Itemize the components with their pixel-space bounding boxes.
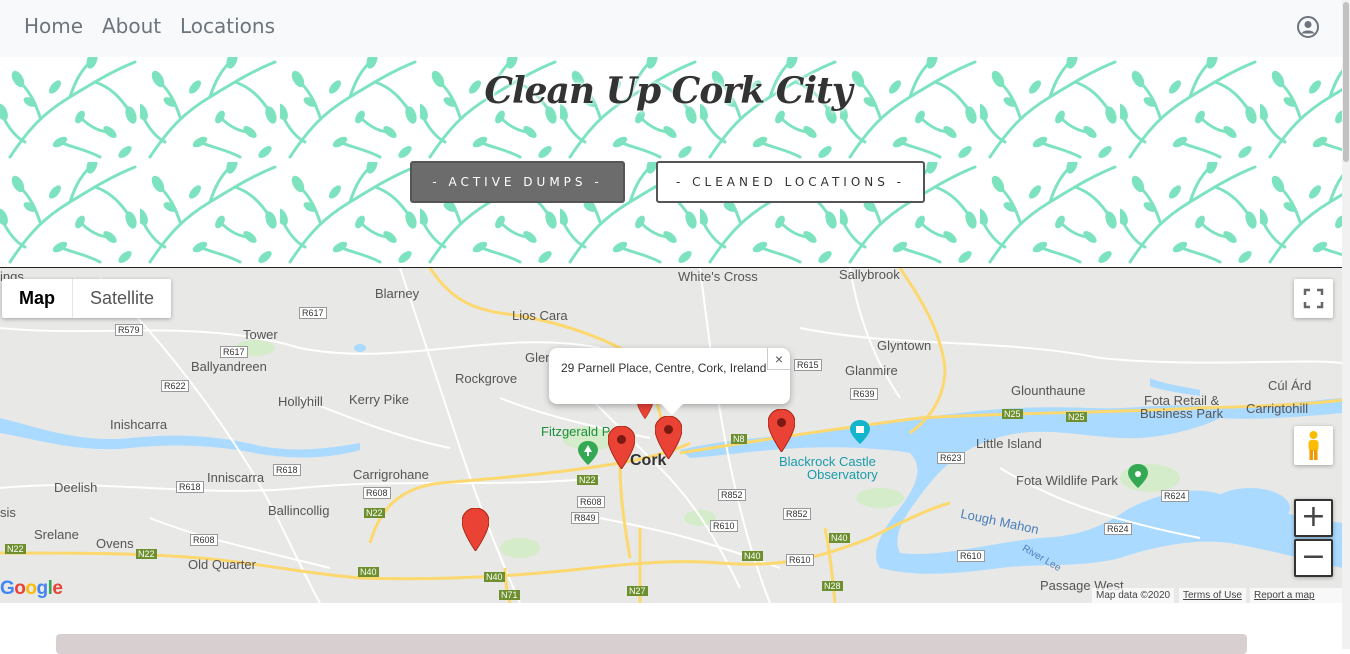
infowindow-address: 29 Parnell Place, Centre, Cork, Ireland (561, 361, 767, 375)
road-shield: R618 (273, 464, 301, 476)
road-shield: N40 (484, 572, 505, 582)
nav-home-link[interactable]: Home (24, 14, 83, 38)
road-shield: N22 (5, 544, 26, 554)
road-shield: R608 (363, 487, 391, 499)
road-shield: R624 (1104, 523, 1132, 535)
report-map-error-link[interactable]: Report a map error (1250, 588, 1342, 603)
terms-of-use-link[interactable]: Terms of Use (1179, 588, 1246, 603)
nav-locations-link[interactable]: Locations (180, 14, 275, 38)
street-view-button[interactable] (1294, 426, 1333, 465)
road-shield: N28 (822, 581, 843, 591)
user-circle-icon[interactable] (1297, 16, 1319, 38)
road-shield: R622 (161, 380, 189, 392)
road-shield: R852 (718, 489, 746, 501)
park-poi-icon[interactable] (578, 441, 598, 465)
map-marker-icon[interactable] (768, 409, 795, 452)
road-shield: R615 (794, 359, 822, 371)
road-shield: R624 (1161, 490, 1189, 502)
google-map[interactable]: White's Cross Sallybrook Blarney Lios Ca… (0, 268, 1342, 603)
road-shield: R618 (176, 481, 204, 493)
marker-infowindow: 29 Parnell Place, Centre, Cork, Ireland … (549, 348, 790, 415)
map-marker-icon[interactable] (608, 426, 635, 469)
road-shield: N22 (577, 475, 598, 485)
road-shield: R610 (710, 520, 738, 532)
zoo-poi-icon[interactable] (1128, 464, 1148, 488)
page-title: Clean Up Cork City (484, 70, 852, 112)
museum-poi-icon[interactable] (850, 420, 870, 444)
infowindow-close-button[interactable]: × (767, 348, 790, 370)
road-shield: R610 (786, 554, 814, 566)
road-shield: N22 (364, 508, 385, 518)
content-panel (56, 634, 1247, 654)
road-shield: N40 (829, 533, 850, 543)
road-shield: R639 (850, 388, 878, 400)
cleaned-locations-button[interactable]: - CLEANED LOCATIONS - (656, 161, 925, 203)
road-shield: N71 (499, 590, 520, 600)
road-shield: R852 (783, 508, 811, 520)
road-shield: N25 (1002, 409, 1023, 419)
road-shield: R608 (577, 496, 605, 508)
zoom-in-button[interactable]: + (1294, 499, 1333, 537)
zoom-out-button[interactable]: − (1294, 539, 1333, 577)
road-shield: R849 (571, 512, 599, 524)
fullscreen-icon (1303, 288, 1324, 309)
road-shield: N40 (358, 567, 379, 577)
fullscreen-button[interactable] (1294, 279, 1333, 318)
road-shield: R617 (299, 307, 327, 319)
road-shield: R623 (937, 452, 965, 464)
map-type-control: Map Satellite (2, 279, 172, 318)
map-marker-icon[interactable] (462, 508, 489, 551)
road-shield: R610 (957, 550, 985, 562)
road-shield: N22 (136, 549, 157, 559)
map-data-attribution: Map data ©2020 (1092, 588, 1175, 603)
road-shield: N40 (742, 551, 763, 561)
active-dumps-button[interactable]: - ACTIVE DUMPS - (410, 161, 625, 203)
map-type-map-button[interactable]: Map (2, 279, 73, 318)
navbar: Home About Locations (0, 0, 1342, 57)
road-shield: N25 (1066, 412, 1087, 422)
scrollbar-thumb[interactable] (1343, 2, 1349, 162)
road-shield: R617 (220, 346, 248, 358)
google-logo[interactable]: Google (0, 578, 63, 600)
map-marker-icon[interactable] (655, 416, 682, 459)
road-shield: R579 (115, 324, 143, 336)
road-shield: N8 (731, 434, 747, 444)
map-type-satellite-button[interactable]: Satellite (73, 279, 171, 318)
pegman-icon (1308, 431, 1319, 460)
hero-banner: Clean Up Cork City - ACTIVE DUMPS - - CL… (0, 57, 1342, 268)
page-scrollbar[interactable] (1342, 0, 1350, 649)
nav-about-link[interactable]: About (102, 14, 161, 38)
road-shield: N27 (627, 586, 648, 596)
road-shield: R608 (190, 534, 218, 546)
